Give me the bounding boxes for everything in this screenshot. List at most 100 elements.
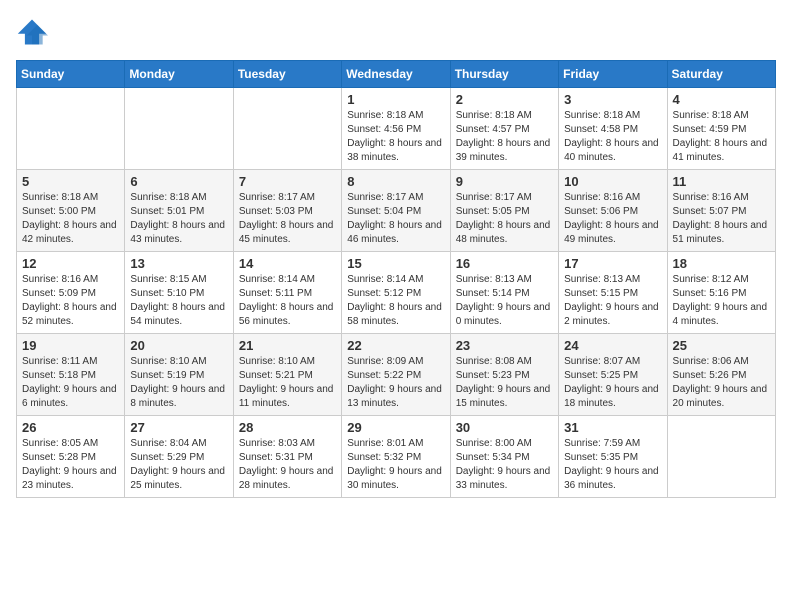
week-row-5: 26 Sunrise: 8:05 AMSunset: 5:28 PMDayligh… xyxy=(17,416,776,498)
day-info: Sunrise: 8:16 AMSunset: 5:07 PMDaylight:… xyxy=(673,191,770,247)
calendar-cell: 9 Sunrise: 8:17 AMSunset: 5:05 PMDaylight… xyxy=(450,170,558,252)
day-number: 10 xyxy=(564,174,661,189)
day-number: 9 xyxy=(456,174,553,189)
day-number: 17 xyxy=(564,256,661,271)
day-number: 30 xyxy=(456,420,553,435)
day-number: 6 xyxy=(130,174,227,189)
day-info: Sunrise: 8:13 AMSunset: 5:15 PMDaylight:… xyxy=(564,273,661,329)
day-info: Sunrise: 8:15 AMSunset: 5:10 PMDaylight:… xyxy=(130,273,227,329)
calendar-cell: 10 Sunrise: 8:16 AMSunset: 5:06 PMDayligh… xyxy=(559,170,667,252)
day-info: Sunrise: 8:17 AMSunset: 5:05 PMDaylight:… xyxy=(456,191,553,247)
day-number: 18 xyxy=(673,256,770,271)
calendar-cell: 11Sunrise: 8:16 AMSunset: 5:07 PMDayligh… xyxy=(667,170,775,252)
day-info: Sunrise: 8:07 AMSunset: 5:25 PMDaylight:… xyxy=(564,355,661,411)
day-number: 31 xyxy=(564,420,661,435)
day-number: 23 xyxy=(456,338,553,353)
page-header xyxy=(16,16,776,48)
calendar-cell: 30Sunrise: 8:00 AMSunset: 5:34 PMDayligh… xyxy=(450,416,558,498)
calendar-cell: 3Sunrise: 8:18 AMSunset: 4:58 PMDaylight… xyxy=(559,88,667,170)
calendar-cell: 20Sunrise: 8:10 AMSunset: 5:19 PMDayligh… xyxy=(125,334,233,416)
day-info: Sunrise: 8:03 AMSunset: 5:31 PMDaylight:… xyxy=(239,437,336,493)
weekday-header-sunday: Sunday xyxy=(17,61,125,88)
day-number: 19 xyxy=(22,338,119,353)
calendar-cell: 21 Sunrise: 8:10 AMSunset: 5:21 PMDayligh… xyxy=(233,334,341,416)
weekday-header-friday: Friday xyxy=(559,61,667,88)
day-number: 15 xyxy=(347,256,444,271)
day-number: 8 xyxy=(347,174,444,189)
day-info: Sunrise: 8:14 AMSunset: 5:11 PMDaylight:… xyxy=(239,273,336,329)
week-row-3: 12 Sunrise: 8:16 AMSunset: 5:09 PMDayligh… xyxy=(17,252,776,334)
day-number: 1 xyxy=(347,92,444,107)
calendar-cell: 27 Sunrise: 8:04 AMSunset: 5:29 PMDayligh… xyxy=(125,416,233,498)
calendar-cell: 29 Sunrise: 8:01 AMSunset: 5:32 PMDayligh… xyxy=(342,416,450,498)
calendar-cell: 24 Sunrise: 8:07 AMSunset: 5:25 PMDayligh… xyxy=(559,334,667,416)
calendar-cell: 17 Sunrise: 8:13 AMSunset: 5:15 PMDayligh… xyxy=(559,252,667,334)
day-number: 28 xyxy=(239,420,336,435)
calendar-cell: 12 Sunrise: 8:16 AMSunset: 5:09 PMDayligh… xyxy=(17,252,125,334)
calendar-cell: 25 Sunrise: 8:06 AMSunset: 5:26 PMDayligh… xyxy=(667,334,775,416)
week-row-4: 19 Sunrise: 8:11 AMSunset: 5:18 PMDayligh… xyxy=(17,334,776,416)
calendar-cell: 28 Sunrise: 8:03 AMSunset: 5:31 PMDayligh… xyxy=(233,416,341,498)
calendar-cell: 8Sunrise: 8:17 AMSunset: 5:04 PMDaylight… xyxy=(342,170,450,252)
calendar-cell: 2 Sunrise: 8:18 AMSunset: 4:57 PMDaylight… xyxy=(450,88,558,170)
logo xyxy=(16,16,52,48)
calendar-cell: 15 Sunrise: 8:14 AMSunset: 5:12 PMDayligh… xyxy=(342,252,450,334)
day-info: Sunrise: 8:18 AMSunset: 5:00 PMDaylight:… xyxy=(22,191,119,247)
day-info: Sunrise: 8:16 AMSunset: 5:09 PMDaylight:… xyxy=(22,273,119,329)
calendar-cell: 26 Sunrise: 8:05 AMSunset: 5:28 PMDayligh… xyxy=(17,416,125,498)
day-number: 7 xyxy=(239,174,336,189)
calendar-cell: 23 Sunrise: 8:08 AMSunset: 5:23 PMDayligh… xyxy=(450,334,558,416)
week-row-2: 5 Sunrise: 8:18 AMSunset: 5:00 PMDaylight… xyxy=(17,170,776,252)
calendar-cell xyxy=(233,88,341,170)
day-number: 29 xyxy=(347,420,444,435)
day-info: Sunrise: 8:18 AMSunset: 5:01 PMDaylight:… xyxy=(130,191,227,247)
calendar-cell: 1 Sunrise: 8:18 AMSunset: 4:56 PMDaylight… xyxy=(342,88,450,170)
day-number: 21 xyxy=(239,338,336,353)
day-number: 22 xyxy=(347,338,444,353)
day-number: 4 xyxy=(673,92,770,107)
calendar-cell xyxy=(17,88,125,170)
day-number: 20 xyxy=(130,338,227,353)
calendar-cell: 7 Sunrise: 8:17 AMSunset: 5:03 PMDaylight… xyxy=(233,170,341,252)
day-info: Sunrise: 8:10 AMSunset: 5:21 PMDaylight:… xyxy=(239,355,336,411)
day-number: 24 xyxy=(564,338,661,353)
day-number: 16 xyxy=(456,256,553,271)
day-info: Sunrise: 8:14 AMSunset: 5:12 PMDaylight:… xyxy=(347,273,444,329)
calendar-cell: 22 Sunrise: 8:09 AMSunset: 5:22 PMDayligh… xyxy=(342,334,450,416)
day-info: Sunrise: 8:16 AMSunset: 5:06 PMDaylight:… xyxy=(564,191,661,247)
logo-icon xyxy=(16,16,48,48)
day-number: 2 xyxy=(456,92,553,107)
calendar-cell xyxy=(125,88,233,170)
calendar-cell: 13Sunrise: 8:15 AMSunset: 5:10 PMDayligh… xyxy=(125,252,233,334)
weekday-header-row: SundayMondayTuesdayWednesdayThursdayFrid… xyxy=(17,61,776,88)
day-info: Sunrise: 8:01 AMSunset: 5:32 PMDaylight:… xyxy=(347,437,444,493)
day-info: Sunrise: 8:06 AMSunset: 5:26 PMDaylight:… xyxy=(673,355,770,411)
calendar-cell: 19 Sunrise: 8:11 AMSunset: 5:18 PMDayligh… xyxy=(17,334,125,416)
day-info: Sunrise: 8:18 AMSunset: 4:56 PMDaylight:… xyxy=(347,109,444,165)
day-info: Sunrise: 8:17 AMSunset: 5:03 PMDaylight:… xyxy=(239,191,336,247)
day-number: 25 xyxy=(673,338,770,353)
calendar-cell: 18 Sunrise: 8:12 AMSunset: 5:16 PMDayligh… xyxy=(667,252,775,334)
day-number: 12 xyxy=(22,256,119,271)
day-info: Sunrise: 8:18 AMSunset: 4:58 PMDaylight:… xyxy=(564,109,661,165)
day-info: Sunrise: 8:08 AMSunset: 5:23 PMDaylight:… xyxy=(456,355,553,411)
calendar-table: SundayMondayTuesdayWednesdayThursdayFrid… xyxy=(16,60,776,498)
day-info: Sunrise: 8:11 AMSunset: 5:18 PMDaylight:… xyxy=(22,355,119,411)
day-info: Sunrise: 8:04 AMSunset: 5:29 PMDaylight:… xyxy=(130,437,227,493)
day-info: Sunrise: 8:18 AMSunset: 4:57 PMDaylight:… xyxy=(456,109,553,165)
day-number: 14 xyxy=(239,256,336,271)
day-info: Sunrise: 8:05 AMSunset: 5:28 PMDaylight:… xyxy=(22,437,119,493)
day-info: Sunrise: 8:09 AMSunset: 5:22 PMDaylight:… xyxy=(347,355,444,411)
day-number: 5 xyxy=(22,174,119,189)
day-number: 27 xyxy=(130,420,227,435)
calendar-cell: 4Sunrise: 8:18 AMSunset: 4:59 PMDaylight… xyxy=(667,88,775,170)
calendar-cell: 16Sunrise: 8:13 AMSunset: 5:14 PMDayligh… xyxy=(450,252,558,334)
day-number: 26 xyxy=(22,420,119,435)
weekday-header-wednesday: Wednesday xyxy=(342,61,450,88)
calendar-cell: 6 Sunrise: 8:18 AMSunset: 5:01 PMDaylight… xyxy=(125,170,233,252)
calendar-cell xyxy=(667,416,775,498)
day-info: Sunrise: 7:59 AMSunset: 5:35 PMDaylight:… xyxy=(564,437,661,493)
weekday-header-thursday: Thursday xyxy=(450,61,558,88)
calendar-cell: 31 Sunrise: 7:59 AMSunset: 5:35 PMDayligh… xyxy=(559,416,667,498)
day-info: Sunrise: 8:12 AMSunset: 5:16 PMDaylight:… xyxy=(673,273,770,329)
